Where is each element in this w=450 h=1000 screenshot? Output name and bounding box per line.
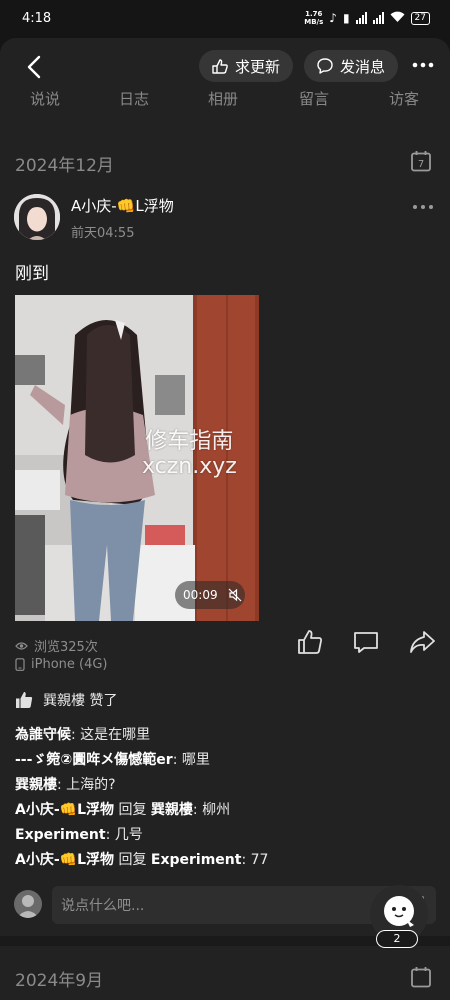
- post-text: 刚到: [15, 264, 49, 284]
- reply-word: 回复: [118, 802, 147, 818]
- post-time: 前天04:55: [71, 226, 135, 241]
- comment-placeholder: 说点什么吧...: [61, 898, 145, 914]
- comment-author[interactable]: 巽親樓: [15, 777, 57, 793]
- reply-word: 回复: [118, 852, 147, 868]
- music-note-icon: ♪: [329, 11, 337, 25]
- eye-icon: [15, 641, 28, 650]
- comment-item[interactable]: A小庆-👊L浮物 回复 Experiment: 77: [15, 849, 268, 869]
- comment-item[interactable]: A小庆-👊L浮物 回复 巽親樓: 柳州: [15, 799, 230, 819]
- network-speed: 1.76 MB/s: [304, 10, 324, 26]
- view-count: 浏览325次: [15, 636, 98, 655]
- tab-diary[interactable]: 日志: [119, 90, 149, 109]
- comment-item[interactable]: Experiment: 几号: [15, 824, 143, 844]
- share-icon[interactable]: [408, 628, 436, 656]
- tab-guestbook[interactable]: 留言: [299, 90, 329, 109]
- calendar-icon[interactable]: [410, 966, 432, 988]
- comment-author[interactable]: ---ゞ箢②圚哖メ傷憾範er: [15, 752, 173, 768]
- request-update-button[interactable]: 求更新: [199, 50, 293, 82]
- top-bar: 求更新 发消息: [0, 38, 450, 94]
- comment-author[interactable]: A小庆-👊L浮物: [15, 802, 114, 818]
- send-message-label: 发消息: [340, 57, 386, 76]
- comment-author[interactable]: Experiment: [15, 827, 106, 843]
- vibrate-icon: ▮: [342, 11, 350, 25]
- thumb-point-icon: [212, 59, 228, 74]
- back-icon[interactable]: [20, 52, 50, 82]
- comment-text: 柳州: [202, 802, 231, 818]
- video-duration-badge[interactable]: 00:09: [175, 581, 245, 609]
- comment-text: 哪里: [181, 752, 210, 768]
- mute-icon[interactable]: [228, 588, 242, 602]
- like-icon[interactable]: [296, 628, 324, 656]
- request-update-label: 求更新: [235, 57, 281, 76]
- video-duration: 00:09: [183, 588, 218, 602]
- calendar-icon[interactable]: 7: [410, 150, 432, 172]
- battery-icon: 27: [410, 11, 430, 25]
- thumbs-up-icon: [16, 692, 33, 708]
- signal-icon: [372, 12, 384, 24]
- signal-icon: [355, 12, 367, 24]
- tab-visitors[interactable]: 访客: [389, 90, 419, 109]
- phone-icon: [15, 658, 25, 671]
- comment-author[interactable]: 為誰守候: [15, 727, 71, 743]
- send-message-button[interactable]: 发消息: [304, 50, 398, 82]
- likes-suffix: 赞了: [89, 693, 118, 709]
- tab-album[interactable]: 相册: [208, 90, 238, 109]
- status-icons: 1.76 MB/s ♪ ▮ 27: [304, 10, 430, 26]
- reply-target[interactable]: 巽親樓: [151, 802, 193, 818]
- reply-target[interactable]: Experiment: [151, 852, 242, 868]
- comment-item[interactable]: 巽親樓: 上海的?: [15, 774, 116, 794]
- avatar[interactable]: [14, 194, 60, 240]
- calendar-day: 7: [418, 159, 424, 170]
- status-bar: 4:18 1.76 MB/s ♪ ▮ 27: [0, 0, 450, 40]
- status-time: 4:18: [22, 11, 52, 26]
- more-icon[interactable]: [412, 203, 434, 211]
- comment-item[interactable]: 為誰守候: 这是在哪里: [15, 724, 150, 744]
- tab-shuoshuo[interactable]: 说说: [30, 90, 60, 109]
- username[interactable]: A小庆-👊L浮物: [71, 195, 174, 216]
- floating-count-badge: 2: [376, 930, 418, 948]
- likes-row: 巽親樓 赞了: [15, 690, 117, 710]
- my-avatar: [14, 890, 42, 918]
- comment-text: 这是在哪里: [80, 727, 151, 743]
- section-date: 2024年9月: [15, 971, 104, 991]
- video-thumbnail[interactable]: 修车指南 xczn.xyz 00:09: [15, 295, 259, 621]
- comment-text: 上海的?: [66, 777, 116, 793]
- comment-author[interactable]: A小庆-👊L浮物: [15, 852, 114, 868]
- profile-content: 求更新 发消息 说说 日志 相册 留言 访客 2024年12月 7 A小庆-👊L…: [0, 38, 450, 1000]
- comment-text: 几号: [114, 827, 143, 843]
- liker-name[interactable]: 巽親樓: [43, 693, 85, 709]
- comment-item[interactable]: ---ゞ箢②圚哖メ傷憾範er: 哪里: [15, 749, 210, 769]
- comment-icon[interactable]: [352, 628, 380, 656]
- section-date: 2024年12月: [15, 156, 114, 176]
- wifi-icon: [390, 11, 405, 26]
- profile-tabs: 说说 日志 相册 留言 访客: [0, 90, 450, 110]
- chat-bubble-icon: [317, 58, 333, 74]
- comment-text: 77: [250, 852, 269, 868]
- device-info: iPhone (4G): [15, 657, 108, 672]
- video-watermark: 修车指南 xczn.xyz: [142, 429, 237, 479]
- more-icon[interactable]: [412, 58, 434, 72]
